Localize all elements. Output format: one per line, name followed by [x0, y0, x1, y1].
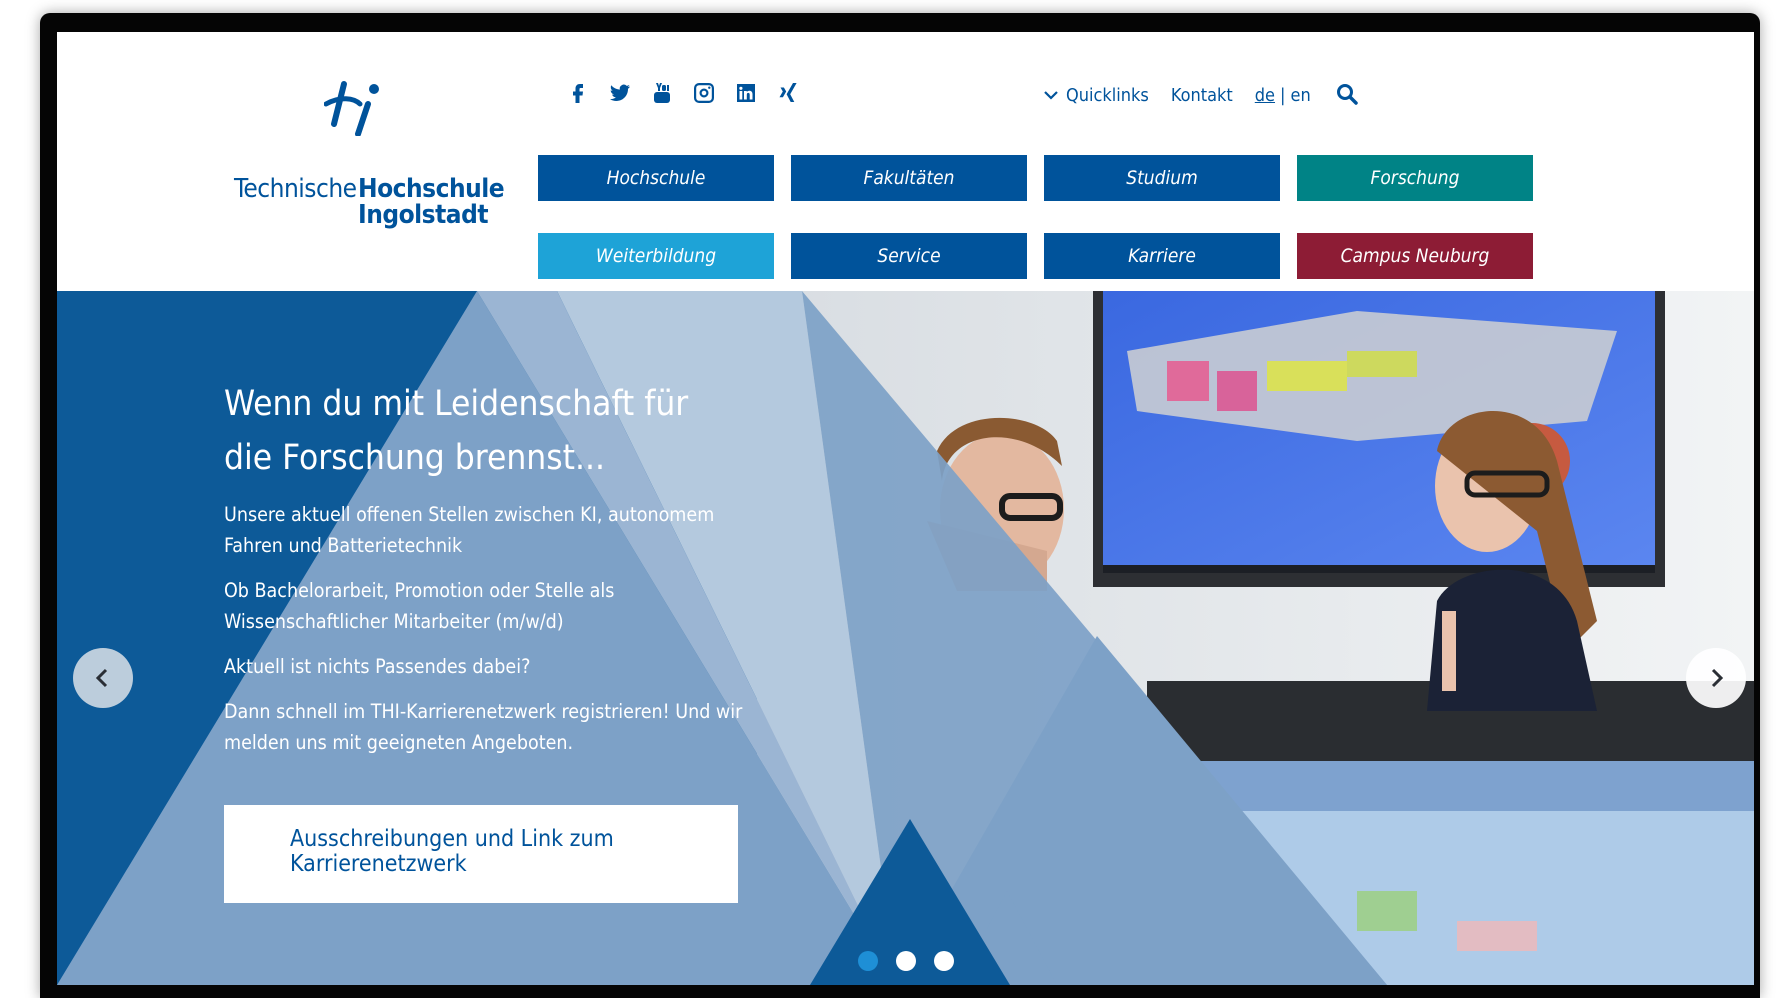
- hero-text-block: Wenn du mit Leidenschaft für die Forschu…: [224, 377, 744, 772]
- search-icon[interactable]: [1335, 82, 1361, 108]
- lang-en-link[interactable]: en: [1290, 85, 1310, 106]
- kontakt-link[interactable]: Kontakt: [1171, 85, 1233, 106]
- chevron-right-icon: [1711, 668, 1724, 688]
- lang-separator: |: [1280, 84, 1286, 106]
- facebook-icon[interactable]: [557, 78, 599, 108]
- thi-logo-mark-icon: [324, 81, 379, 136]
- logo-word-hochschule: Hochschule: [358, 174, 505, 204]
- quicklinks-label: Quicklinks: [1066, 84, 1149, 106]
- instagram-icon[interactable]: [683, 78, 725, 108]
- nav-fakultaeten[interactable]: Fakultäten: [791, 155, 1027, 201]
- hero-cta-button[interactable]: Ausschreibungen und Link zum Karrierenet…: [224, 805, 738, 903]
- site-header: Technische Hochschule Ingolstadt Quickli…: [57, 32, 1754, 291]
- hero-headline: Wenn du mit Leidenschaft für die Forschu…: [224, 384, 689, 478]
- hero-paragraph: Aktuell ist nichts Passendes dabei?: [224, 655, 531, 678]
- twitter-icon[interactable]: [599, 78, 641, 108]
- logo-word-technische: Technische: [234, 174, 357, 204]
- logo-word-ingolstadt: Ingolstadt: [358, 200, 489, 230]
- hero-cta-label: Ausschreibungen und Link zum Karrierenet…: [290, 826, 614, 877]
- social-links: [557, 78, 809, 108]
- slider-prev-button[interactable]: [73, 648, 133, 708]
- slider-dot[interactable]: [896, 951, 916, 971]
- hero-slider: Wenn du mit Leidenschaft für die Forschu…: [57, 291, 1754, 985]
- nav-studium[interactable]: Studium: [1044, 155, 1280, 201]
- thi-logo[interactable]: Technische Hochschule Ingolstadt: [234, 80, 505, 228]
- quicklinks-dropdown[interactable]: Quicklinks: [1042, 85, 1149, 106]
- lang-de-link[interactable]: de: [1255, 85, 1275, 106]
- language-switcher: de | en: [1255, 85, 1311, 106]
- hero-paragraph: Unsere aktuell offenen Stellen zwischen …: [224, 503, 715, 557]
- nav-campus-neuburg[interactable]: Campus Neuburg: [1297, 233, 1533, 279]
- slider-pagination: [858, 951, 972, 971]
- slider-dot[interactable]: [934, 951, 954, 971]
- slider-next-button[interactable]: [1686, 648, 1746, 708]
- browser-viewport: Technische Hochschule Ingolstadt Quickli…: [57, 32, 1754, 985]
- slider-dot[interactable]: [858, 951, 878, 971]
- youtube-icon[interactable]: [641, 78, 683, 108]
- chevron-down-icon: [1044, 91, 1058, 100]
- nav-forschung[interactable]: Forschung: [1297, 155, 1533, 201]
- xing-icon[interactable]: [767, 78, 809, 108]
- hero-paragraph: Dann schnell im THI-Karrierenetzwerk reg…: [224, 700, 743, 754]
- hero-paragraph: Ob Bachelorarbeit, Promotion oder Stelle…: [224, 579, 615, 633]
- nav-service[interactable]: Service: [791, 233, 1027, 279]
- nav-hochschule[interactable]: Hochschule: [538, 155, 774, 201]
- nav-weiterbildung[interactable]: Weiterbildung: [538, 233, 774, 279]
- nav-karriere[interactable]: Karriere: [1044, 233, 1280, 279]
- meta-navigation: Quicklinks Kontakt de | en: [1042, 82, 1361, 108]
- linkedin-icon[interactable]: [725, 78, 767, 108]
- chevron-left-icon: [95, 668, 108, 688]
